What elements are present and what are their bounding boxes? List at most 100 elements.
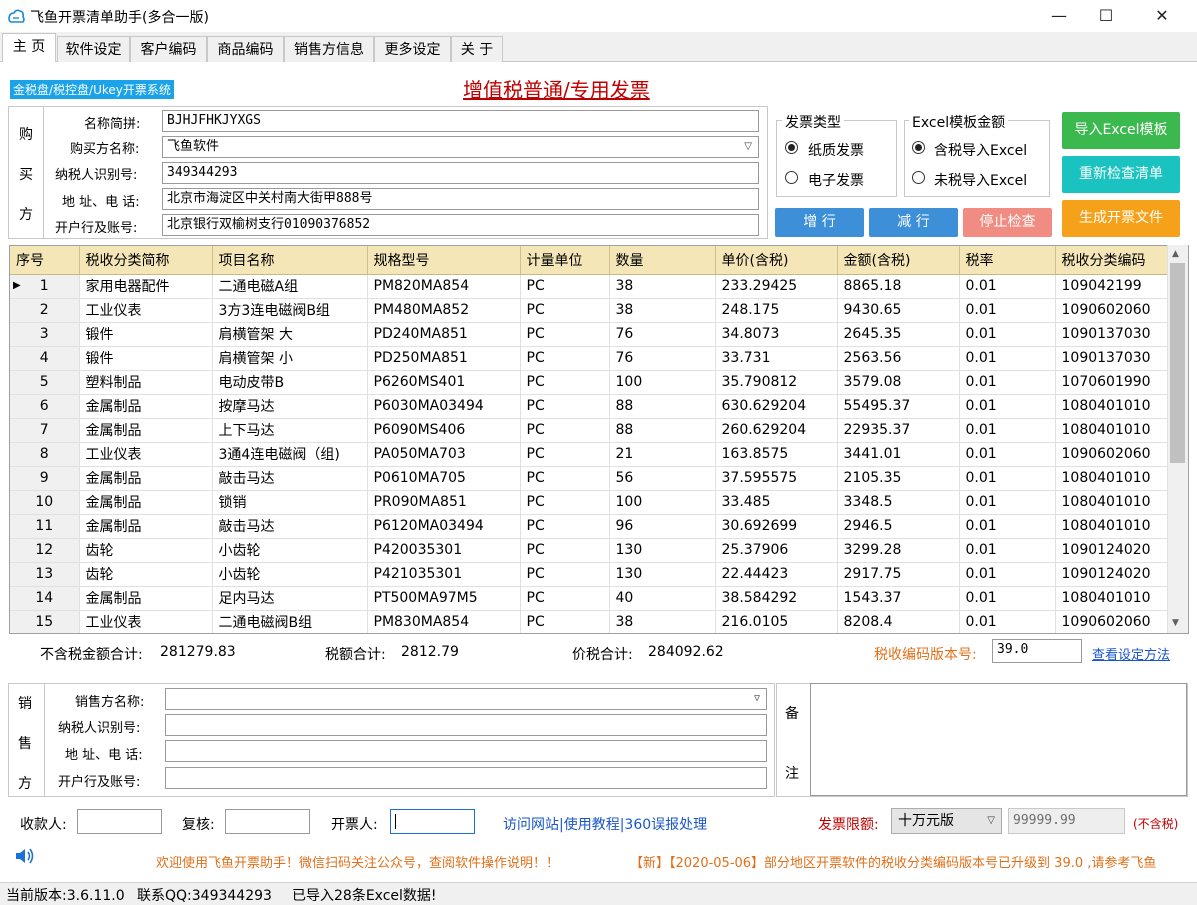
- cell-spec[interactable]: PR090MA851: [367, 490, 521, 515]
- seller-tax-id-input[interactable]: [165, 714, 767, 736]
- electronic-invoice-radio[interactable]: [785, 171, 798, 184]
- cell-row-index[interactable]: 5: [10, 370, 80, 395]
- cell-tax-category[interactable]: 金属制品: [79, 490, 213, 515]
- cell-unit[interactable]: PC: [520, 346, 610, 371]
- cell-unit-price[interactable]: 38.584292: [715, 586, 838, 611]
- cell-item-name[interactable]: 电动皮带B: [212, 370, 368, 395]
- cell-unit[interactable]: PC: [520, 538, 610, 563]
- cell-row-index[interactable]: 14: [10, 586, 80, 611]
- import-excel-button[interactable]: 导入Excel模板: [1062, 112, 1180, 149]
- cell-amount[interactable]: 55495.37: [837, 394, 960, 419]
- cell-quantity[interactable]: 38: [609, 610, 716, 633]
- cell-tax-rate[interactable]: 0.01: [959, 346, 1056, 371]
- tax-included-radio[interactable]: [912, 141, 925, 154]
- cell-tax-code[interactable]: 109042199: [1055, 274, 1168, 299]
- cell-item-name[interactable]: 3方3连电磁阀B组: [212, 298, 368, 323]
- tab-software-settings[interactable]: 软件设定: [57, 36, 130, 62]
- cell-unit[interactable]: PC: [520, 418, 610, 443]
- cell-spec[interactable]: PM820MA854: [367, 274, 521, 299]
- cell-quantity[interactable]: 130: [609, 538, 716, 563]
- tab-customer-codes[interactable]: 客户编码: [130, 36, 207, 62]
- table-row[interactable]: 13 齿轮 小齿轮 P421035301 PC 130 22.44423 2917.75 0.0…: [10, 562, 1168, 587]
- cell-quantity[interactable]: 88: [609, 394, 716, 419]
- table-row[interactable]: 8 工业仪表 3通4连电磁阀（组) PA050MA703 PC 21 163.8575 344…: [10, 442, 1168, 467]
- cell-tax-category[interactable]: 家用电器配件: [79, 274, 213, 299]
- cell-spec[interactable]: PA050MA703: [367, 442, 521, 467]
- cell-tax-rate[interactable]: 0.01: [959, 442, 1056, 467]
- cell-tax-rate[interactable]: 0.01: [959, 322, 1056, 347]
- col-header-unit-price[interactable]: 单价(含税): [715, 246, 838, 275]
- cell-tax-rate[interactable]: 0.01: [959, 610, 1056, 633]
- cell-amount[interactable]: 2105.35: [837, 466, 960, 491]
- cell-spec[interactable]: P0610MA705: [367, 466, 521, 491]
- cell-unit[interactable]: PC: [520, 490, 610, 515]
- cell-unit-price[interactable]: 33.485: [715, 490, 838, 515]
- cell-item-name[interactable]: 上下马达: [212, 418, 368, 443]
- cell-quantity[interactable]: 56: [609, 466, 716, 491]
- cell-quantity[interactable]: 76: [609, 322, 716, 347]
- cell-tax-category[interactable]: 锻件: [79, 346, 213, 371]
- cell-spec[interactable]: P6090MS406: [367, 418, 521, 443]
- cell-quantity[interactable]: 40: [609, 586, 716, 611]
- cell-row-index[interactable]: 13: [10, 562, 80, 587]
- buyer-name-abbr-input[interactable]: BJHJFHKJYXGS: [162, 110, 759, 132]
- code-version-input[interactable]: 39.0: [992, 639, 1082, 663]
- cell-tax-rate[interactable]: 0.01: [959, 466, 1056, 491]
- cell-tax-rate[interactable]: 0.01: [959, 514, 1056, 539]
- cell-unit[interactable]: PC: [520, 370, 610, 395]
- cell-unit-price[interactable]: 163.8575: [715, 442, 838, 467]
- cell-spec[interactable]: P421035301: [367, 562, 521, 587]
- cell-unit[interactable]: PC: [520, 322, 610, 347]
- seller-address-input[interactable]: [165, 740, 767, 762]
- table-row[interactable]: 4 锻件 肩横管架 小 PD250MA851 PC 76 33.731 2563.56 0.01…: [10, 346, 1168, 371]
- cell-unit-price[interactable]: 37.595575: [715, 466, 838, 491]
- speaker-icon[interactable]: [14, 846, 36, 866]
- table-row[interactable]: 6 金属制品 按摩马达 P6030MA03494 PC 88 630.629204 55495…: [10, 394, 1168, 419]
- cell-tax-rate[interactable]: 0.01: [959, 394, 1056, 419]
- table-row[interactable]: 7 金属制品 上下马达 P6090MS406 PC 88 260.629204 22935.3…: [10, 418, 1168, 443]
- cell-quantity[interactable]: 130: [609, 562, 716, 587]
- payee-input[interactable]: [77, 809, 162, 834]
- cell-spec[interactable]: P6030MA03494: [367, 394, 521, 419]
- cell-tax-rate[interactable]: 0.01: [959, 538, 1056, 563]
- cell-unit-price[interactable]: 233.29425: [715, 274, 838, 299]
- remove-row-button[interactable]: 减 行: [869, 208, 958, 237]
- cell-amount[interactable]: 2645.35: [837, 322, 960, 347]
- table-row[interactable]: 3 锻件 肩横管架 大 PD240MA851 PC 76 34.8073 2645.35 0.0…: [10, 322, 1168, 347]
- table-row[interactable]: 11 金属制品 敲击马达 P6120MA03494 PC 96 30.692699 2946.…: [10, 514, 1168, 539]
- cell-tax-category[interactable]: 锻件: [79, 322, 213, 347]
- cell-quantity[interactable]: 38: [609, 298, 716, 323]
- cell-row-index[interactable]: 6: [10, 394, 80, 419]
- cell-unit-price[interactable]: 25.37906: [715, 538, 838, 563]
- cell-tax-rate[interactable]: 0.01: [959, 562, 1056, 587]
- cell-item-name[interactable]: 3通4连电磁阀（组): [212, 442, 368, 467]
- tab-more-settings[interactable]: 更多设定: [374, 36, 451, 62]
- buyer-bank-input[interactable]: 北京银行双榆树支行01090376852: [162, 214, 759, 236]
- cell-tax-rate[interactable]: 0.01: [959, 586, 1056, 611]
- cell-spec[interactable]: PT500MA97M5: [367, 586, 521, 611]
- cell-item-name[interactable]: 按摩马达: [212, 394, 368, 419]
- add-row-button[interactable]: 增 行: [775, 208, 864, 237]
- cell-unit-price[interactable]: 35.790812: [715, 370, 838, 395]
- cell-amount[interactable]: 2946.5: [837, 514, 960, 539]
- tab-product-codes[interactable]: 商品编码: [207, 36, 284, 62]
- cell-item-name[interactable]: 小齿轮: [212, 562, 368, 587]
- cell-row-index[interactable]: 7: [10, 418, 80, 443]
- table-row[interactable]: 1 ▶ 家用电器配件 二通电磁A组 PM820MA854 PC 38 233.29425 886…: [10, 274, 1168, 299]
- buyer-address-input[interactable]: 北京市海淀区中关村南大街甲888号: [162, 188, 759, 210]
- scroll-down-icon[interactable]: ▼: [1172, 618, 1179, 628]
- cell-spec[interactable]: P420035301: [367, 538, 521, 563]
- cell-tax-category[interactable]: 齿轮: [79, 562, 213, 587]
- col-header-spec[interactable]: 规格型号: [367, 246, 521, 275]
- cell-quantity[interactable]: 100: [609, 490, 716, 515]
- cell-unit-price[interactable]: 216.0105: [715, 610, 838, 633]
- table-row[interactable]: 12 齿轮 小齿轮 P420035301 PC 130 25.37906 3299.28 0.0…: [10, 538, 1168, 563]
- close-button[interactable]: ✕: [1139, 0, 1185, 32]
- cell-tax-category[interactable]: 塑料制品: [79, 370, 213, 395]
- cell-spec[interactable]: PM830MA854: [367, 610, 521, 633]
- cell-tax-category[interactable]: 金属制品: [79, 394, 213, 419]
- cell-amount[interactable]: 2917.75: [837, 562, 960, 587]
- minimize-button[interactable]: —: [1036, 0, 1082, 32]
- cell-item-name[interactable]: 锁销: [212, 490, 368, 515]
- cell-spec[interactable]: P6260MS401: [367, 370, 521, 395]
